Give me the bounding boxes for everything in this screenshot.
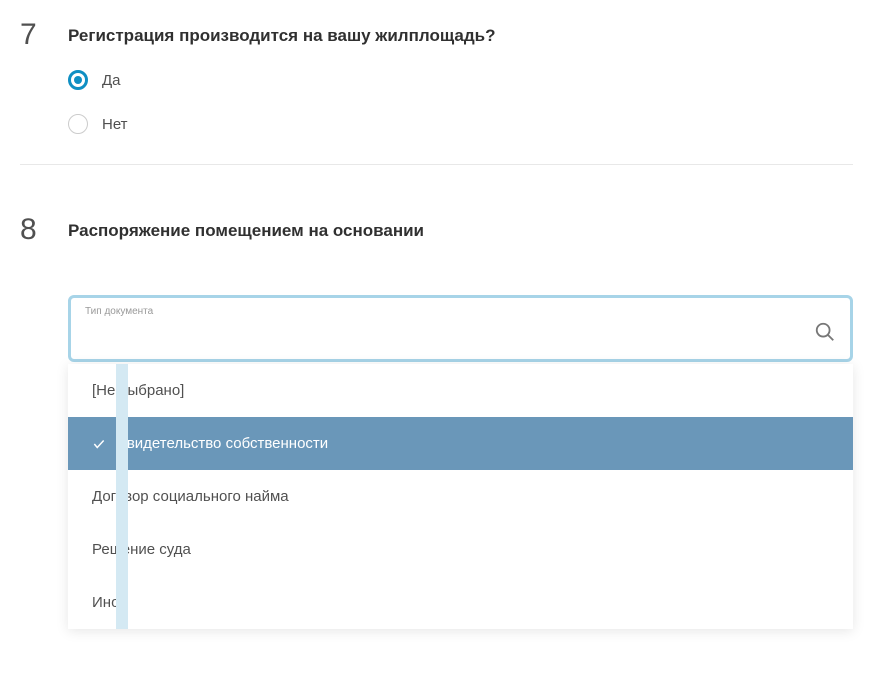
dropdown-item-label: [Не выбрано] — [92, 382, 184, 399]
check-icon — [92, 437, 106, 451]
dropdown-item-other[interactable]: Иное — [68, 576, 853, 629]
radio-option-yes[interactable]: Да — [68, 70, 853, 90]
section-divider — [20, 164, 853, 165]
radio-options: Да Нет — [68, 70, 853, 134]
question-content: Распоряжение помещением на основании — [68, 215, 853, 265]
question-title: Распоряжение помещением на основании — [68, 221, 853, 241]
dropdown-item-label: Свидетельство собственности — [116, 435, 328, 452]
dropdown-item-certificate[interactable]: Свидетельство собственности — [68, 417, 853, 470]
question-8-block: 8 Распоряжение помещением на основании — [20, 215, 853, 295]
question-number: 7 — [20, 20, 44, 50]
question-title: Регистрация производится на вашу жилплощ… — [68, 26, 853, 46]
search-label: Тип документа — [85, 306, 836, 317]
dropdown-item-label: Решение суда — [92, 541, 191, 558]
search-box[interactable]: Тип документа — [68, 295, 853, 362]
dropdown-item-none[interactable]: [Не выбрано] — [68, 364, 853, 417]
search-icon — [814, 321, 836, 343]
search-input[interactable] — [85, 324, 814, 341]
radio-option-no[interactable]: Нет — [68, 114, 853, 134]
radio-label: Нет — [102, 116, 128, 133]
question-number: 8 — [20, 215, 44, 245]
radio-label: Да — [102, 72, 121, 89]
dropdown-item-social-lease[interactable]: Договор социального найма — [68, 470, 853, 523]
search-input-row — [85, 321, 836, 343]
radio-icon — [68, 114, 88, 134]
sidebar-indicator — [116, 364, 128, 629]
question-content: Регистрация производится на вашу жилплощ… — [68, 20, 853, 134]
dropdown-item-court-decision[interactable]: Решение суда — [68, 523, 853, 576]
dropdown-wrapper: [Не выбрано] Свидетельство собственности… — [68, 364, 853, 629]
dropdown-list: [Не выбрано] Свидетельство собственности… — [68, 364, 853, 629]
question-7-block: 7 Регистрация производится на вашу жилпл… — [20, 20, 853, 164]
radio-icon — [68, 70, 88, 90]
document-type-selector: Тип документа [Не выбрано] Свидетельство… — [68, 295, 853, 629]
